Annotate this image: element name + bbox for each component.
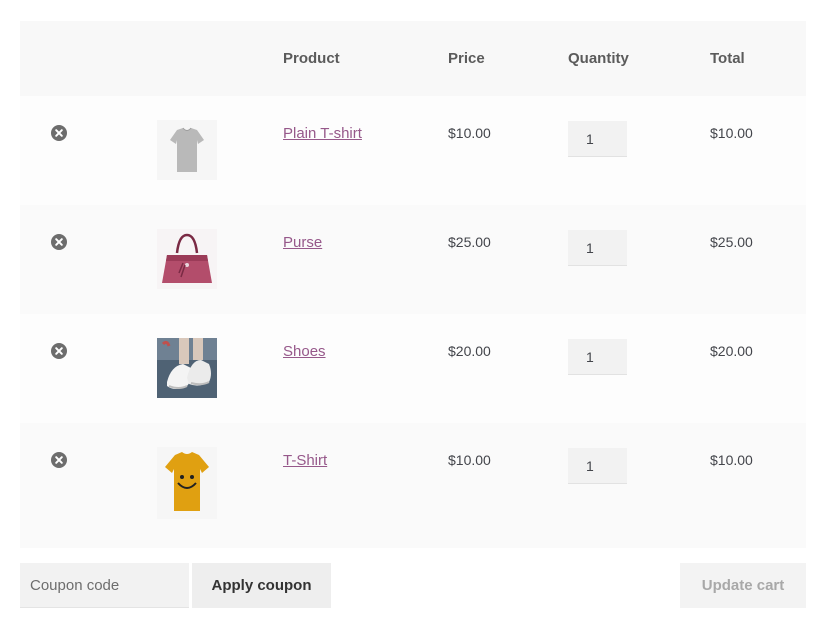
remove-item-icon[interactable] xyxy=(51,452,67,468)
quantity-input[interactable] xyxy=(568,448,627,484)
product-subtotal: $10.00 xyxy=(710,452,753,468)
cart-row: T-Shirt $10.00 $10.00 xyxy=(20,423,806,548)
product-name-link[interactable]: T-Shirt xyxy=(283,452,327,469)
quantity-input[interactable] xyxy=(568,230,627,266)
product-price: $10.00 xyxy=(448,125,491,141)
product-name-link[interactable]: Shoes xyxy=(283,343,326,360)
apply-coupon-button[interactable]: Apply coupon xyxy=(192,563,331,608)
product-thumbnail[interactable] xyxy=(157,338,217,398)
remove-item-icon[interactable] xyxy=(51,234,67,250)
product-subtotal: $25.00 xyxy=(710,234,753,250)
coupon-code-input[interactable] xyxy=(20,563,189,608)
product-thumbnail[interactable] xyxy=(157,447,217,519)
header-product: Product xyxy=(283,50,340,67)
product-subtotal: $20.00 xyxy=(710,343,753,359)
update-cart-button[interactable]: Update cart xyxy=(680,563,806,608)
cart-actions: Apply coupon Update cart xyxy=(20,563,806,608)
cart-row: Purse $25.00 $25.00 xyxy=(20,205,806,314)
product-price: $10.00 xyxy=(448,452,491,468)
header-quantity: Quantity xyxy=(568,50,629,67)
product-price: $25.00 xyxy=(448,234,491,250)
header-price: Price xyxy=(448,50,485,67)
cart-table: Product Price Quantity Total Plain T-shi… xyxy=(20,21,806,548)
quantity-input[interactable] xyxy=(568,339,627,375)
remove-item-icon[interactable] xyxy=(51,343,67,359)
product-name-link[interactable]: Purse xyxy=(283,234,322,251)
cart-row: Plain T-shirt $10.00 $10.00 xyxy=(20,96,806,205)
product-price: $20.00 xyxy=(448,343,491,359)
cart-row: Shoes $20.00 $20.00 xyxy=(20,314,806,423)
quantity-input[interactable] xyxy=(568,121,627,157)
header-total: Total xyxy=(710,50,745,67)
product-thumbnail[interactable] xyxy=(157,120,217,180)
product-name-link[interactable]: Plain T-shirt xyxy=(283,125,362,142)
cart-table-header: Product Price Quantity Total xyxy=(20,21,806,96)
product-thumbnail[interactable] xyxy=(157,229,217,289)
product-subtotal: $10.00 xyxy=(710,125,753,141)
remove-item-icon[interactable] xyxy=(51,125,67,141)
